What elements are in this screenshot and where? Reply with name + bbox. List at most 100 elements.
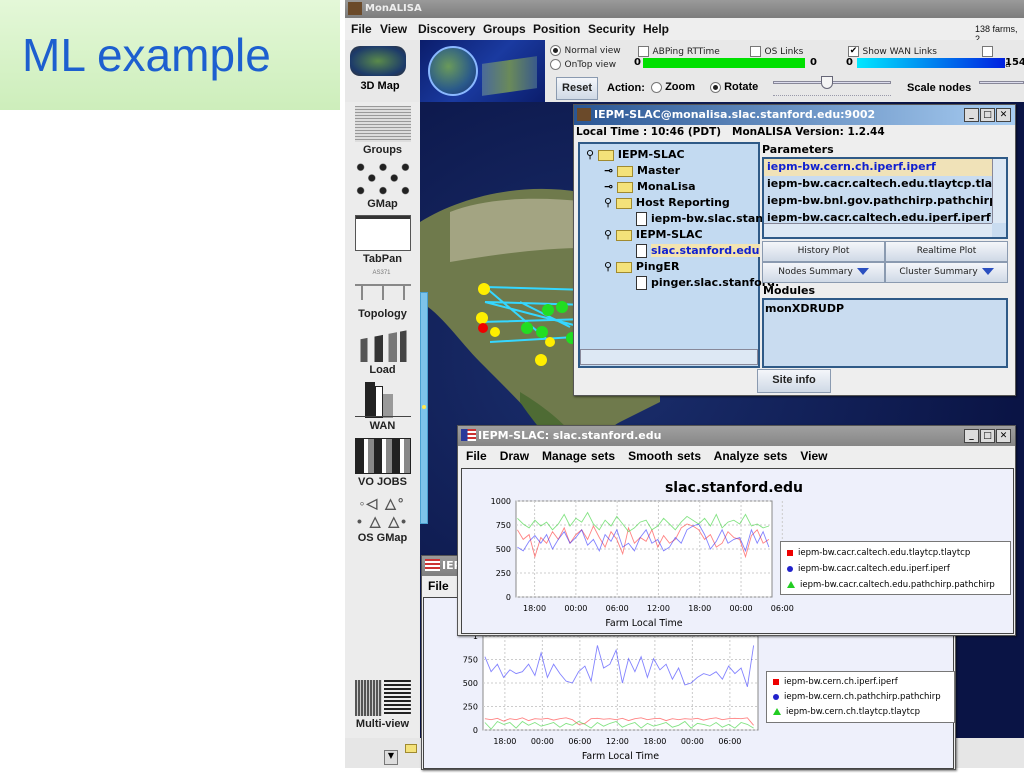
menu-security[interactable]: Security [588,22,635,36]
site-info-button[interactable]: Site info [757,369,831,393]
abping-checkbox[interactable]: ABPing RTTime [638,44,720,57]
app-title: MonALISA [365,3,422,14]
sidebar-item-tabpan[interactable]: TabPan [345,215,420,265]
maximize-button[interactable]: □ [980,108,995,122]
menu-file[interactable]: File [351,22,372,36]
slider-thumb[interactable] [820,76,833,89]
menu-help[interactable]: Help [643,22,669,36]
sidebar-item-topology[interactable]: AS371 Topology [345,270,420,320]
map-vertical-slider[interactable] [420,292,428,524]
slide-title: ML example [22,29,271,81]
tree-node[interactable]: iepm-bw.slac.stanfo [636,212,776,226]
x-tick-label: 06:00 [568,737,591,746]
rotate-radio[interactable]: Rotate [710,81,758,93]
tree-node[interactable]: pinger.slac.stanford. [636,276,779,290]
farm-info-line: Local Time : 10:46 (PDT) MonALISA Versio… [576,126,885,138]
x-tick-label: 06:00 [771,604,794,613]
parameter-item-selected[interactable]: iepm-bw.cern.ch.iperf.iperf [764,159,1006,176]
farm-window-title: IEPM-SLAC@monalisa.slac.stanford.edu:900… [594,108,876,121]
realtime-plot-button[interactable]: Realtime Plot [885,241,1008,262]
tree-node[interactable]: ⚲ Host Reporting [604,196,730,209]
reset-button[interactable]: Reset [556,77,598,100]
close-button[interactable]: ✕ [996,108,1011,122]
rotate-slider[interactable] [773,76,891,100]
envelope-icon[interactable] [405,744,417,753]
normal-view-radio[interactable]: Normal view [550,43,621,56]
menu-analyze-sets[interactable]: Analyze sets [714,449,788,463]
tree-node-selected[interactable]: slac.stanford.edu [636,244,760,258]
tree-node[interactable]: ⊸ Master [604,164,680,177]
sidebar-item-vo-jobs[interactable]: VO JOBS [345,438,420,488]
action-label: Action: [607,82,645,94]
3d-map-icon[interactable] [350,46,406,76]
green-scale-min: 0 [634,57,641,68]
parameter-item[interactable]: iepm-bw.cacr.caltech.edu.tlaytcp.tlaytcp [764,176,1006,193]
nodes-summary-dropdown[interactable]: Nodes Summary [762,262,885,283]
app-titlebar[interactable]: MonALISA [345,0,1024,18]
dropdown-arrow-icon [856,268,869,275]
x-axis-label: Farm Local Time [605,618,682,629]
sidebar-item-gmap[interactable]: GMap [345,160,420,210]
us-flag-icon [461,429,476,441]
menu-smooth-sets[interactable]: Smooth sets [628,449,701,463]
menu-view[interactable]: View [380,22,407,36]
us-flag-icon [425,559,440,571]
legend-item: iepm-bw.cern.ch.iperf.iperf [784,677,898,687]
parameter-item[interactable]: iepm-bw.bnl.gov.pathchirp.pathchirp [764,193,1006,210]
legend-item: iepm-bw.cern.ch.pathchirp.pathchirp [784,692,941,702]
chart-window-1-titlebar[interactable]: IEPM-SLAC: slac.stanford.edu _ □ ✕ [458,426,1015,446]
sidebar-item-wan[interactable]: WAN [345,382,420,432]
sidebar-item-load[interactable]: Load [345,326,420,376]
parameter-item[interactable]: iepm-bw.cacr.caltech.edu.iperf.iperf [764,210,1006,222]
menu-draw[interactable]: Draw [500,449,529,463]
y-tick-label: 750 [463,656,478,665]
chart-window-1-title: IEPM-SLAC: slac.stanford.edu [478,429,662,442]
menu-file[interactable]: File [466,449,487,463]
tree-node[interactable]: ⊸ MonaLisa [604,180,696,193]
x-tick-label: 00:00 [681,737,704,746]
zoom-radio[interactable]: Zoom [651,81,695,93]
menu-position[interactable]: Position [533,22,580,36]
ontop-view-radio[interactable]: OnTop view [550,57,616,70]
blue-scale-max: 154 [1005,57,1024,68]
minimize-button[interactable]: _ [964,429,979,443]
menu-manage-sets[interactable]: Manage sets [542,449,615,463]
globe-view-thumbnail[interactable] [420,40,545,102]
blue-scale-min: 0 [846,57,853,68]
minimize-button[interactable]: _ [964,108,979,122]
parameters-vertical-scrollbar[interactable] [992,159,1006,223]
scale-nodes-slider[interactable] [979,81,1024,84]
y-tick-label: 250 [463,703,478,712]
sidebar-item-multi-view[interactable]: Multi-view [345,680,420,730]
tree-node[interactable]: ⚲ IEPM-SLAC [586,148,685,161]
menu-groups[interactable]: Groups [483,22,526,36]
vo-jobs-icon [354,438,411,474]
x-tick-label: 06:00 [606,604,629,613]
show-wan-links-checkbox[interactable]: ✔ Show WAN Links [848,44,937,57]
farm-info-window: IEPM-SLAC@monalisa.slac.stanford.edu:900… [573,104,1016,396]
tree-node[interactable]: ⚲ PingER [604,260,679,273]
menu-file[interactable]: File [428,579,449,593]
os-links-checkbox[interactable]: OS Links [750,44,803,57]
legend-item: iepm-bw.cern.ch.tlaytcp.tlaytcp [786,707,921,717]
history-plot-button[interactable]: History Plot [762,241,885,262]
module-item[interactable]: monXDRUDP [764,300,1006,317]
gmap-icon [354,160,411,196]
maximize-button[interactable]: □ [980,429,995,443]
x-tick-label: 00:00 [531,737,554,746]
sidebar-item-groups[interactable]: Groups [345,106,420,156]
scroll-down-button[interactable]: ▼ [384,750,398,765]
3d-map-label[interactable]: 3D Map [345,80,415,92]
sidebar-item-os-gmap[interactable]: ◦◁ △° • △ △• OS GMap [345,494,420,544]
cluster-summary-dropdown[interactable]: Cluster Summary [885,262,1008,283]
close-button[interactable]: ✕ [996,429,1011,443]
os-gmap-icon: ◦◁ △° • △ △• [356,495,409,529]
parameters-horizontal-scrollbar[interactable] [764,223,992,237]
wan-icon [354,382,411,418]
tree-horizontal-scrollbar[interactable] [580,349,758,365]
farm-window-titlebar[interactable]: IEPM-SLAC@monalisa.slac.stanford.edu:900… [574,105,1015,125]
green-scale-max: 0 [810,57,817,68]
menu-view[interactable]: View [800,449,827,463]
menu-discovery[interactable]: Discovery [418,22,475,36]
tree-node[interactable]: ⚲ IEPM-SLAC [604,228,703,241]
